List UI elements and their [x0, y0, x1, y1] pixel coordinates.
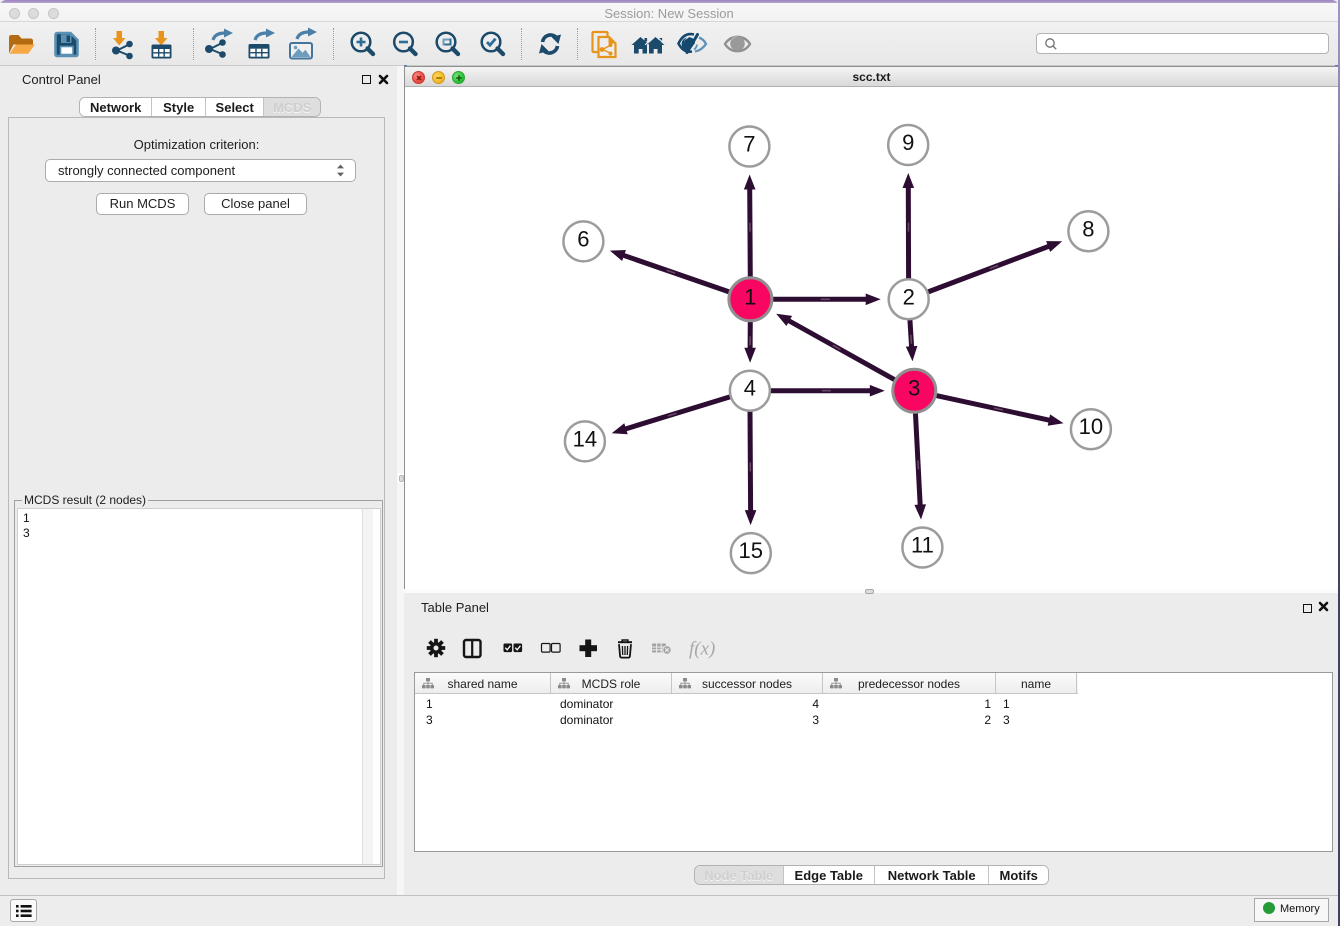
svg-text:10: 10 [1079, 414, 1103, 439]
svg-text:8: 8 [1082, 216, 1094, 241]
svg-text:3: 3 [908, 376, 920, 401]
svg-text:15: 15 [739, 538, 763, 563]
svg-text:9: 9 [902, 130, 914, 155]
svg-text:6: 6 [577, 226, 589, 251]
svg-text:11: 11 [911, 533, 934, 558]
svg-text:2: 2 [903, 284, 915, 309]
svg-text:f(x): f(x) [689, 639, 715, 660]
svg-text:4: 4 [744, 376, 756, 401]
svg-text:14: 14 [573, 426, 597, 451]
svg-text:7: 7 [743, 132, 755, 157]
svg-text:1: 1 [744, 284, 756, 309]
